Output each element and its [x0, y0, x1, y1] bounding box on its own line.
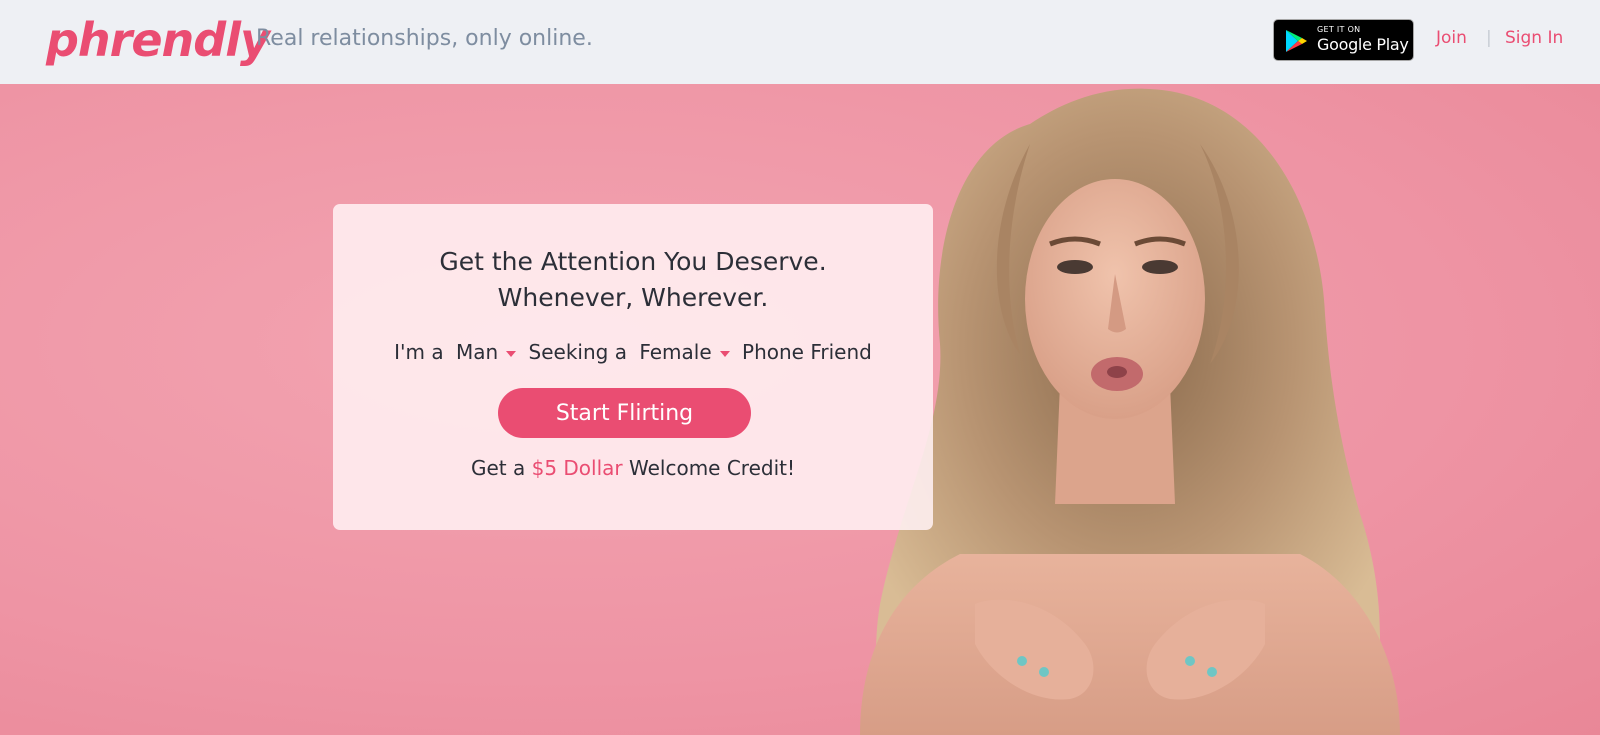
phrendly-logo[interactable]: phrendly	[46, 10, 270, 70]
sign-in-link[interactable]: Sign In	[1505, 26, 1563, 50]
google-play-big-text: Google Play	[1317, 35, 1409, 54]
welcome-credit-text: Get a $5 Dollar Welcome Credit!	[333, 454, 933, 482]
seeking-select-value: Female	[639, 340, 712, 364]
top-nav-bar: phrendly Real relationships, only online…	[0, 0, 1600, 84]
preference-selector-row: I'm a Man Seeking a Female Phone Friend	[333, 338, 933, 366]
caret-down-icon	[506, 350, 517, 357]
caret-down-icon	[719, 350, 730, 357]
seeking-select[interactable]: Female	[639, 338, 733, 366]
im-a-label: I'm a	[394, 340, 444, 364]
phone-friend-label: Phone Friend	[742, 340, 872, 364]
headline-line-2: Whenever, Wherever.	[497, 283, 769, 312]
seeking-a-label: Seeking a	[528, 340, 627, 364]
hero-section: Get the Attention You Deserve. Whenever,…	[0, 84, 1600, 735]
start-flirting-button[interactable]: Start Flirting	[498, 388, 751, 438]
google-play-small-text: GET IT ON	[1317, 25, 1361, 34]
credit-amount: $5 Dollar	[531, 456, 623, 480]
signup-card: Get the Attention You Deserve. Whenever,…	[333, 204, 933, 530]
google-play-badge[interactable]: GET IT ON Google Play	[1273, 19, 1414, 61]
credit-suffix: Welcome Credit!	[629, 456, 796, 480]
nav-separator: |	[1486, 28, 1492, 48]
gender-select[interactable]: Man	[456, 338, 520, 366]
headline-line-1: Get the Attention You Deserve.	[439, 247, 827, 276]
credit-prefix: Get a	[470, 456, 526, 480]
site-tagline: Real relationships, only online.	[256, 26, 593, 51]
gender-select-value: Man	[456, 340, 499, 364]
hero-headline: Get the Attention You Deserve. Whenever,…	[333, 244, 933, 316]
google-play-icon	[1286, 30, 1307, 52]
join-link[interactable]: Join	[1436, 26, 1467, 50]
